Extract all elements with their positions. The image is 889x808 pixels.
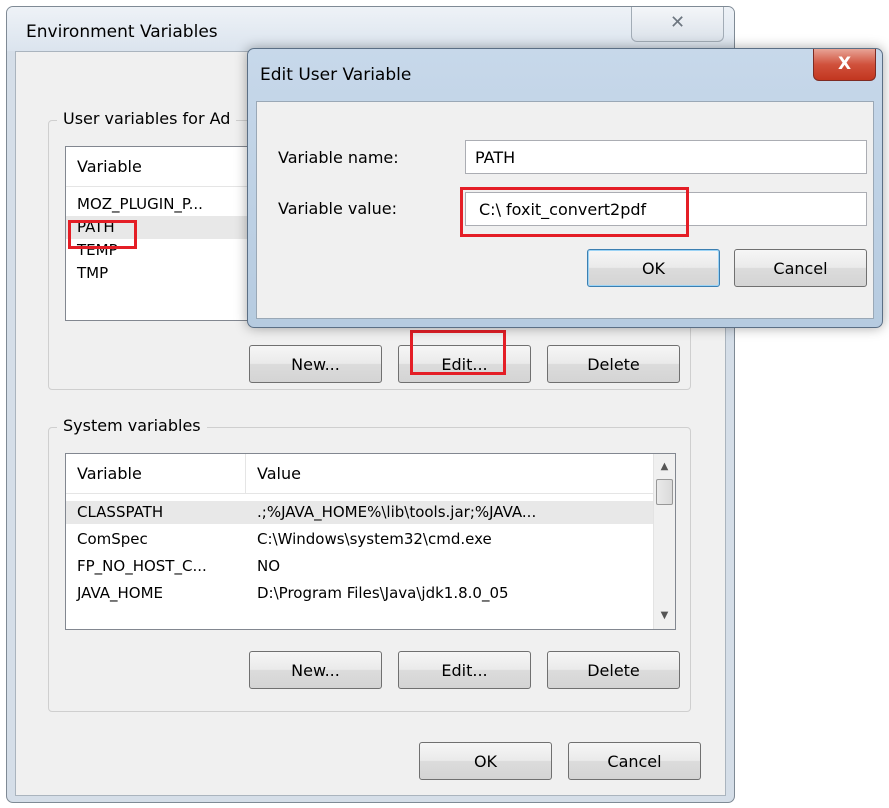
variable-name-label: Variable name: (278, 148, 399, 167)
env-titlebar[interactable]: Environment Variables (7, 7, 734, 51)
row-variable: PATH (77, 218, 115, 236)
table-row[interactable]: ComSpec C:\Windows\system32\cmd.exe (66, 528, 653, 551)
column-header-value[interactable]: Value (246, 454, 646, 494)
user-delete-button[interactable]: Delete (547, 345, 680, 383)
row-value: .;%JAVA_HOME%\lib\tools.jar;%JAVA... (257, 503, 537, 521)
system-variables-group: System variables Variable Value CLASSPAT… (48, 416, 691, 712)
system-delete-button[interactable]: Delete (547, 651, 680, 689)
user-edit-button[interactable]: Edit... (398, 345, 531, 383)
close-icon: X (837, 54, 852, 74)
row-value: C:\Windows\system32\cmd.exe (257, 530, 492, 548)
env-window-title: Environment Variables (26, 22, 218, 42)
edit-dialog-body: Variable name: Variable value: OK Cancel (256, 101, 874, 319)
scroll-thumb[interactable] (656, 479, 673, 505)
user-new-button[interactable]: New... (249, 345, 382, 383)
row-variable: ComSpec (77, 530, 148, 548)
variable-value-input[interactable] (465, 192, 867, 226)
system-variables-list[interactable]: Variable Value CLASSPATH .;%JAVA_HOME%\l… (65, 453, 676, 630)
row-value: D:\Program Files\Java\jdk1.8.0_05 (257, 584, 509, 602)
system-list-scrollbar[interactable]: ▲ ▼ (653, 454, 675, 629)
row-variable: CLASSPATH (77, 503, 164, 521)
edit-user-variable-dialog: Edit User Variable X Variable name: Vari… (247, 48, 883, 328)
env-ok-button[interactable]: OK (419, 742, 552, 780)
row-variable: TMP (77, 264, 109, 282)
user-variables-label: User variables for Ad (57, 109, 237, 128)
close-icon: ✕ (669, 12, 686, 33)
edit-cancel-button[interactable]: Cancel (734, 249, 867, 287)
row-variable: TEMP (77, 241, 118, 259)
env-cancel-button[interactable]: Cancel (568, 742, 701, 780)
system-edit-button[interactable]: Edit... (398, 651, 531, 689)
scroll-down-icon[interactable]: ▼ (654, 605, 675, 627)
edit-ok-button[interactable]: OK (587, 249, 720, 287)
edit-dialog-title: Edit User Variable (260, 65, 412, 85)
table-row[interactable]: JAVA_HOME D:\Program Files\Java\jdk1.8.0… (66, 582, 653, 605)
row-variable: JAVA_HOME (77, 584, 164, 602)
row-variable: FP_NO_HOST_C... (77, 557, 207, 575)
scroll-up-icon[interactable]: ▲ (654, 456, 675, 478)
env-close-button[interactable]: ✕ (631, 7, 724, 42)
edit-close-button[interactable]: X (813, 49, 876, 81)
table-row[interactable]: CLASSPATH .;%JAVA_HOME%\lib\tools.jar;%J… (66, 501, 653, 524)
variable-value-label: Variable value: (278, 199, 397, 218)
row-value: NO (257, 557, 281, 575)
row-variable: MOZ_PLUGIN_P... (77, 195, 203, 213)
table-row[interactable]: FP_NO_HOST_C... NO (66, 555, 653, 578)
variable-name-input[interactable] (465, 140, 867, 174)
system-list-header: Variable Value (66, 454, 653, 494)
system-variables-label: System variables (57, 416, 207, 435)
column-header-variable[interactable]: Variable (66, 454, 246, 494)
system-new-button[interactable]: New... (249, 651, 382, 689)
